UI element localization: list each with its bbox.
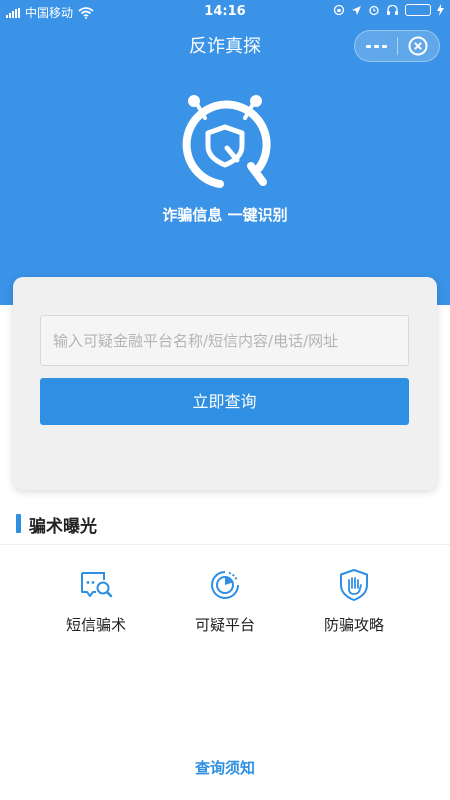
close-circle-icon [408, 36, 428, 56]
hand-shield-icon [340, 569, 368, 601]
pie-clock-icon [211, 571, 239, 599]
status-right [333, 4, 444, 16]
search-input[interactable] [40, 315, 409, 366]
query-button[interactable]: 立即查询 [40, 378, 409, 425]
location-icon [352, 5, 361, 15]
charging-icon [437, 4, 444, 16]
close-button[interactable] [398, 31, 439, 61]
more-dot [381, 44, 387, 48]
headphones-icon [387, 4, 398, 15]
battery-icon [405, 4, 431, 16]
alarm-icon [369, 5, 379, 16]
feature-label: 可疑平台 [194, 616, 255, 634]
miniprogram-capsule [354, 30, 440, 62]
more-dot [373, 44, 379, 48]
hero-slogan: 诈骗信息 一键识别 [162, 206, 288, 224]
feature-anti-fraud-guide[interactable]: 防骗攻略 [289, 560, 419, 635]
shield-search-robot-icon [182, 95, 271, 188]
status-bar: 中国移动 14:16 [0, 0, 450, 24]
section-header: 骗术曝光 [0, 503, 450, 545]
feature-sms-scams[interactable]: 短信骗术 [31, 560, 161, 635]
more-button[interactable] [355, 31, 397, 61]
query-notice-link[interactable]: 查询须知 [0, 757, 450, 778]
section-title: 骗术曝光 [29, 517, 97, 537]
search-card: 立即查询 [13, 277, 437, 490]
feature-label: 短信骗术 [65, 616, 126, 634]
more-dots-icon [365, 44, 371, 48]
sms-search-icon [81, 572, 113, 598]
section-accent-bar [16, 514, 21, 533]
feature-grid: 短信骗术 可疑平台 防骗攻略 [0, 560, 450, 650]
feature-suspicious-platforms[interactable]: 可疑平台 [160, 560, 290, 635]
rotation-lock-icon [333, 4, 345, 16]
feature-label: 防骗攻略 [323, 616, 384, 634]
